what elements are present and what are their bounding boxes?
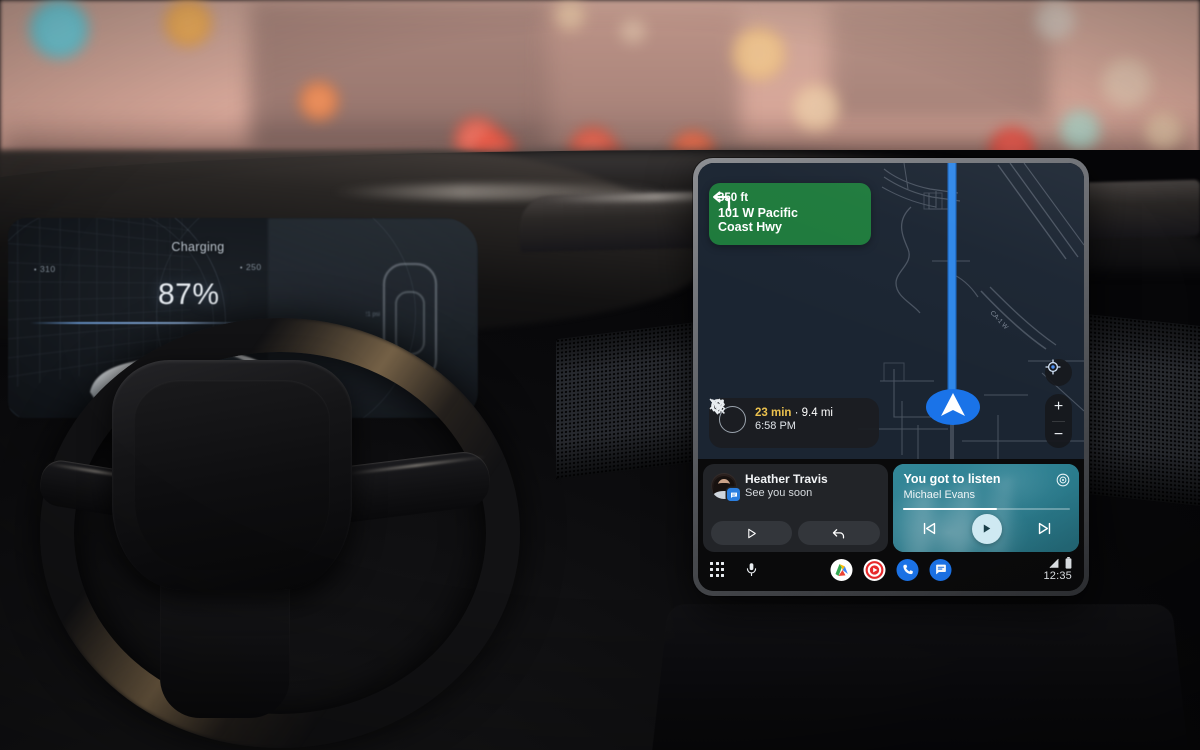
reply-arrow-icon bbox=[833, 528, 845, 538]
building-silhouette bbox=[540, 10, 740, 150]
map-zoom-controls[interactable]: + − bbox=[1045, 394, 1072, 448]
message-notification-card[interactable]: Heather Travis See you soon bbox=[703, 464, 889, 552]
youtube-music-icon bbox=[1056, 473, 1070, 487]
center-console bbox=[651, 604, 1189, 750]
eta-duration: 23 min bbox=[755, 406, 792, 419]
skip-next-icon[interactable] bbox=[1036, 520, 1053, 537]
android-auto-screen: CA-1 W 350 ft 101 W Pacific Coast Hwy 23… bbox=[698, 163, 1084, 591]
svg-text:CA-1 W: CA-1 W bbox=[989, 310, 1010, 332]
turn-instruction-card: 350 ft 101 W Pacific Coast Hwy bbox=[709, 183, 871, 246]
cellular-signal-icon bbox=[1049, 558, 1059, 568]
play-pause-button[interactable] bbox=[971, 513, 1002, 544]
cluster-tick-right: 250 bbox=[240, 262, 262, 272]
zoom-out-button[interactable]: − bbox=[1045, 422, 1072, 449]
turn-left-arrow-icon bbox=[713, 191, 731, 212]
messages-app-icon[interactable] bbox=[929, 558, 952, 581]
play-icon bbox=[984, 524, 991, 534]
map-view[interactable]: CA-1 W 350 ft 101 W Pacific Coast Hwy 23… bbox=[698, 163, 1084, 459]
building-silhouette bbox=[250, 0, 550, 150]
cluster-battery-percent: 87% bbox=[158, 278, 220, 311]
media-artist-name: Michael Evans bbox=[903, 489, 976, 501]
recenter-button[interactable] bbox=[1045, 359, 1072, 386]
navigation-chevron-icon bbox=[926, 389, 980, 425]
apps-grid-icon[interactable] bbox=[710, 562, 725, 577]
eta-arrival-time: 6:58 PM bbox=[755, 419, 796, 432]
battery-icon bbox=[1065, 557, 1072, 569]
svg-text:21 psi: 21 psi bbox=[366, 364, 380, 370]
cluster-status-label: Charging bbox=[171, 240, 225, 254]
instrument-cluster: 21 psi 21 psi Charging 310 250 87% bbox=[8, 218, 478, 418]
notification-card-row: Heather Travis See you soon You got to l… bbox=[698, 459, 1084, 552]
avatar bbox=[711, 473, 740, 502]
speaker-grille-left bbox=[556, 320, 706, 480]
car-interior-scene: 21 psi 21 psi Charging 310 250 87% bbox=[0, 0, 1200, 750]
play-icon bbox=[748, 528, 756, 538]
media-track-title: You got to listen bbox=[903, 472, 1001, 486]
car-3d-render bbox=[88, 351, 288, 413]
taskbar-clock: 12:35 bbox=[1043, 570, 1072, 582]
skip-previous-icon[interactable] bbox=[921, 520, 938, 537]
reply-message-button[interactable] bbox=[798, 521, 880, 545]
eta-panel: 23 min · 9.4 mi 6:58 PM bbox=[709, 397, 879, 448]
microphone-icon[interactable] bbox=[744, 562, 759, 577]
messages-app-badge-icon bbox=[727, 488, 740, 502]
seat-diagram: 21 psi 21 psi bbox=[366, 262, 438, 382]
cluster-tick-left: 310 bbox=[34, 264, 56, 274]
recenter-location-icon bbox=[1045, 359, 1061, 375]
maps-app-icon[interactable] bbox=[830, 558, 853, 581]
turn-street-line2: Coast Hwy bbox=[718, 220, 782, 235]
cluster-charge-bar bbox=[30, 322, 250, 324]
eta-distance: · 9.4 mi bbox=[794, 406, 833, 419]
zoom-in-button[interactable]: + bbox=[1045, 394, 1072, 421]
speaker-grille-right bbox=[1085, 313, 1200, 507]
place-pin-icon[interactable] bbox=[709, 398, 726, 415]
media-player-card[interactable]: You got to listen Michael Evans bbox=[893, 464, 1079, 552]
taskbar: 12:35 bbox=[698, 552, 1084, 591]
svg-text:21 psi: 21 psi bbox=[366, 312, 380, 318]
message-sender-name: Heather Travis bbox=[745, 472, 828, 486]
building-silhouette bbox=[830, 0, 1050, 120]
phone-app-icon[interactable] bbox=[896, 558, 919, 581]
head-unit-bezel: CA-1 W 350 ft 101 W Pacific Coast Hwy 23… bbox=[693, 158, 1089, 596]
youtube-music-app-icon[interactable] bbox=[863, 558, 886, 581]
message-preview-text: See you soon bbox=[745, 486, 813, 499]
play-message-button[interactable] bbox=[711, 521, 793, 545]
